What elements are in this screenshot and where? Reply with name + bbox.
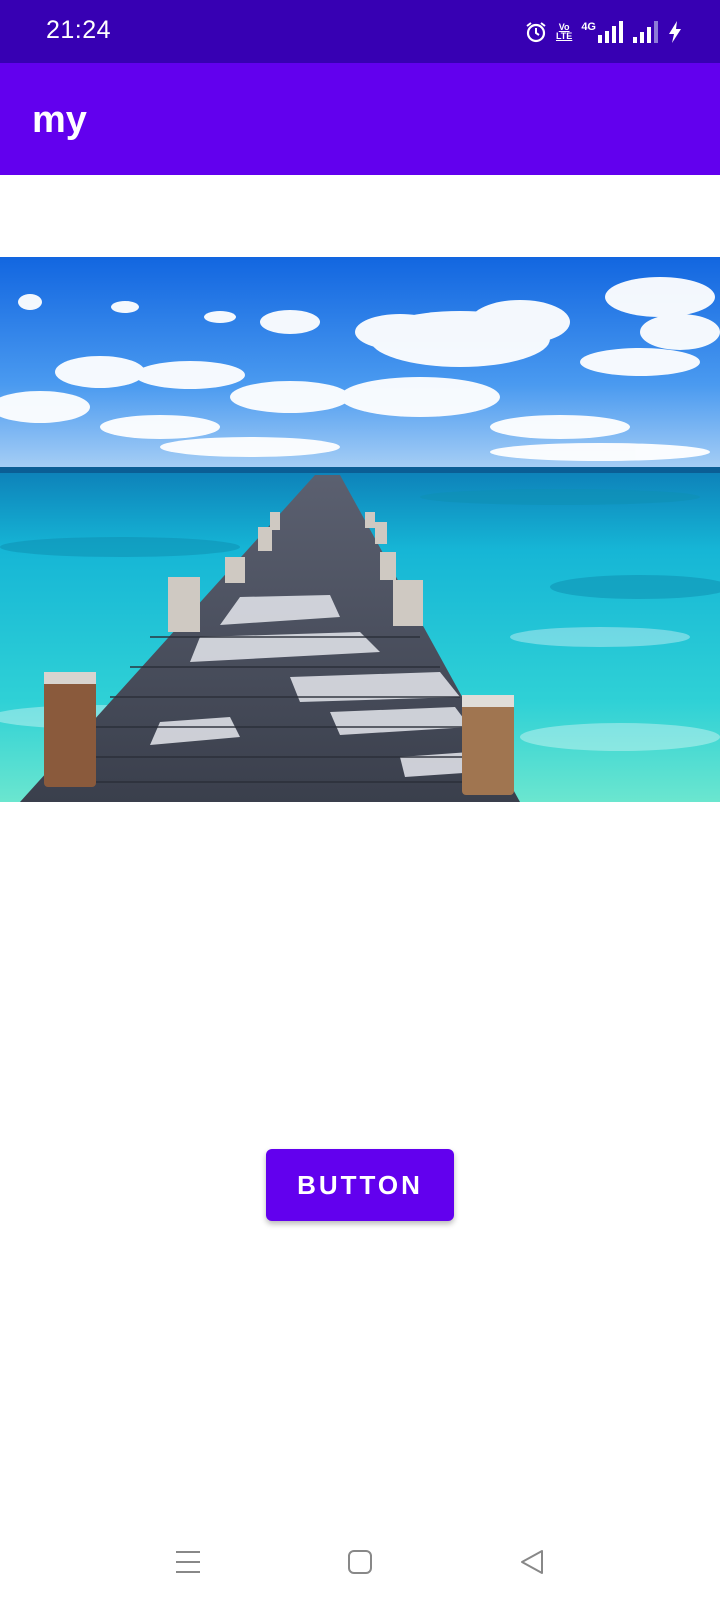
signal-icon [633, 21, 659, 43]
status-icons: Vo LTE 4G [525, 17, 682, 47]
volte-icon: Vo LTE [556, 23, 572, 41]
alarm-icon [525, 21, 547, 43]
4g-signal-icon: 4G [581, 21, 624, 43]
main-button[interactable]: BUTTON [266, 1149, 454, 1221]
app-bar: my [0, 63, 720, 175]
menu-icon[interactable] [168, 1542, 208, 1582]
app-title: my [32, 99, 87, 141]
status-bar: 21:24 Vo LTE 4G [0, 0, 720, 63]
home-icon[interactable] [340, 1542, 380, 1582]
status-time: 21:24 [46, 16, 112, 44]
network-label: 4G [581, 21, 596, 33]
volte-bottom: LTE [555, 31, 573, 41]
navigation-bar [0, 1520, 720, 1600]
pier-ocean-photo [0, 257, 720, 802]
back-icon[interactable] [512, 1542, 552, 1582]
hero-image [0, 257, 720, 802]
charging-icon [668, 21, 682, 43]
